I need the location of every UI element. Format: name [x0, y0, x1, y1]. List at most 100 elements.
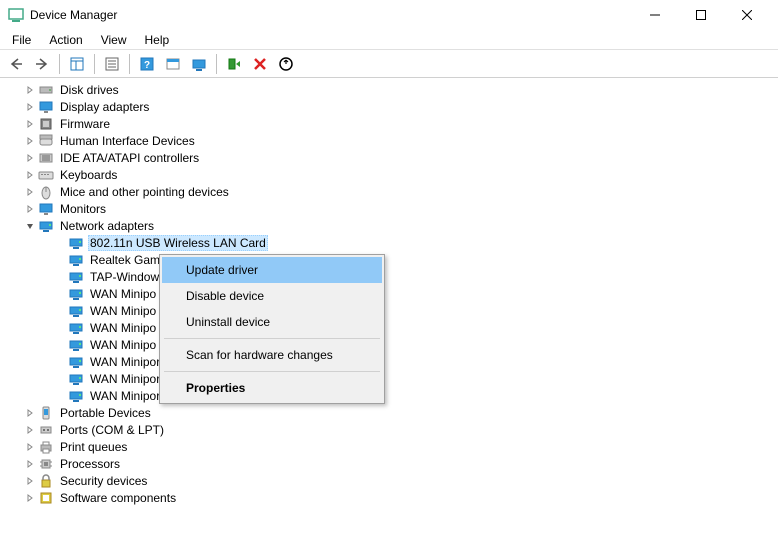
show-hide-tree-button[interactable] — [65, 53, 89, 75]
chevron-right-icon[interactable] — [24, 441, 36, 453]
tree-category[interactable]: Display adapters — [0, 98, 778, 115]
tree-device[interactable]: WAN Minipo — [0, 285, 778, 302]
ports-icon — [38, 422, 54, 438]
menu-action[interactable]: Action — [41, 31, 90, 49]
tree-category[interactable]: Portable Devices — [0, 404, 778, 421]
printer-icon — [38, 439, 54, 455]
menu-help[interactable]: Help — [137, 31, 178, 49]
properties-button[interactable] — [100, 53, 124, 75]
context-uninstall-device[interactable]: Uninstall device — [162, 309, 382, 335]
chevron-right-icon[interactable] — [24, 407, 36, 419]
tree-spacer — [54, 339, 66, 351]
software-icon — [38, 490, 54, 506]
tree-device[interactable]: Realtek Gami — [0, 251, 778, 268]
context-separator — [164, 371, 380, 372]
tree-spacer — [54, 271, 66, 283]
chevron-right-icon[interactable] — [24, 475, 36, 487]
tree-category[interactable]: Monitors — [0, 200, 778, 217]
network-adapter-icon — [68, 235, 84, 251]
tree-category[interactable]: Keyboards — [0, 166, 778, 183]
network-adapter-icon — [68, 286, 84, 302]
tree-device[interactable]: TAP-Window — [0, 268, 778, 285]
tree-device-label: WAN Minipo — [88, 287, 158, 301]
forward-button[interactable] — [30, 53, 54, 75]
context-properties[interactable]: Properties — [162, 375, 382, 401]
minimize-button[interactable] — [632, 0, 678, 30]
tree-category-label: Mice and other pointing devices — [58, 185, 231, 199]
portable-icon — [38, 405, 54, 421]
tree-device[interactable]: WAN Minipo — [0, 336, 778, 353]
back-button[interactable] — [4, 53, 28, 75]
tree-device[interactable]: WAN Minipo — [0, 302, 778, 319]
display-icon — [38, 99, 54, 115]
tree-category[interactable]: Software components — [0, 489, 778, 506]
tree-device-label: WAN Minipo — [88, 321, 158, 335]
tree-device[interactable]: WAN Miniport (SSTP) — [0, 387, 778, 404]
context-update-driver[interactable]: Update driver — [162, 257, 382, 283]
close-button[interactable] — [724, 0, 770, 30]
update-button[interactable] — [274, 53, 298, 75]
chevron-right-icon[interactable] — [24, 458, 36, 470]
context-disable-device[interactable]: Disable device — [162, 283, 382, 309]
tree-category[interactable]: Processors — [0, 455, 778, 472]
app-icon — [8, 7, 24, 23]
tree-category-label: Disk drives — [58, 83, 121, 97]
toolbar-separator — [216, 54, 217, 74]
tree-category-label: Portable Devices — [58, 406, 153, 420]
menubar: File Action View Help — [0, 30, 778, 50]
titlebar: Device Manager — [0, 0, 778, 30]
ide-icon — [38, 150, 54, 166]
menu-view[interactable]: View — [93, 31, 135, 49]
tree-device-label: WAN Minipo — [88, 338, 158, 352]
tree-category[interactable]: Disk drives — [0, 81, 778, 98]
tree-spacer — [54, 254, 66, 266]
network-adapter-icon — [68, 303, 84, 319]
keyboard-icon — [38, 167, 54, 183]
chevron-right-icon[interactable] — [24, 101, 36, 113]
tree-device[interactable]: WAN Minipo — [0, 319, 778, 336]
tree-category[interactable]: Security devices — [0, 472, 778, 489]
chevron-right-icon[interactable] — [24, 492, 36, 504]
tree-category[interactable]: Firmware — [0, 115, 778, 132]
scan-button[interactable] — [187, 53, 211, 75]
tree-category-label: Display adapters — [58, 100, 151, 114]
tree-category[interactable]: Network adapters — [0, 217, 778, 234]
chevron-right-icon[interactable] — [24, 118, 36, 130]
tree-device-label: WAN Minipo — [88, 304, 158, 318]
enable-button[interactable] — [222, 53, 246, 75]
tree-spacer — [54, 373, 66, 385]
tree-category[interactable]: IDE ATA/ATAPI controllers — [0, 149, 778, 166]
security-icon — [38, 473, 54, 489]
chevron-right-icon[interactable] — [24, 84, 36, 96]
chevron-right-icon[interactable] — [24, 152, 36, 164]
chevron-right-icon[interactable] — [24, 203, 36, 215]
context-scan-hardware[interactable]: Scan for hardware changes — [162, 342, 382, 368]
chevron-right-icon[interactable] — [24, 169, 36, 181]
chevron-right-icon[interactable] — [24, 135, 36, 147]
chevron-right-icon[interactable] — [24, 186, 36, 198]
monitor-icon — [38, 201, 54, 217]
tree-category-label: Network adapters — [58, 219, 156, 233]
network-adapter-icon — [68, 337, 84, 353]
device-tree[interactable]: Disk drives Display adaptersFirmwareHuman… — [0, 78, 778, 545]
tree-spacer — [54, 288, 66, 300]
tree-category-label: Print queues — [58, 440, 129, 454]
tree-device[interactable]: WAN Miniport (PPTP) — [0, 370, 778, 387]
tree-category[interactable]: Ports (COM & LPT) — [0, 421, 778, 438]
uninstall-button[interactable] — [248, 53, 272, 75]
action-button[interactable] — [161, 53, 185, 75]
disk-icon — [38, 82, 54, 98]
tree-category[interactable]: Mice and other pointing devices — [0, 183, 778, 200]
tree-category[interactable]: Print queues — [0, 438, 778, 455]
tree-device[interactable]: WAN Miniport (PPPOE) — [0, 353, 778, 370]
help-button[interactable]: ? — [135, 53, 159, 75]
network-adapter-icon — [68, 388, 84, 404]
tree-device[interactable]: 802.11n USB Wireless LAN Card — [0, 234, 778, 251]
window-controls — [632, 0, 770, 30]
tree-category[interactable]: Human Interface Devices — [0, 132, 778, 149]
chevron-right-icon[interactable] — [24, 424, 36, 436]
maximize-button[interactable] — [678, 0, 724, 30]
network-adapter-icon — [68, 354, 84, 370]
menu-file[interactable]: File — [4, 31, 39, 49]
chevron-down-icon[interactable] — [24, 220, 36, 232]
